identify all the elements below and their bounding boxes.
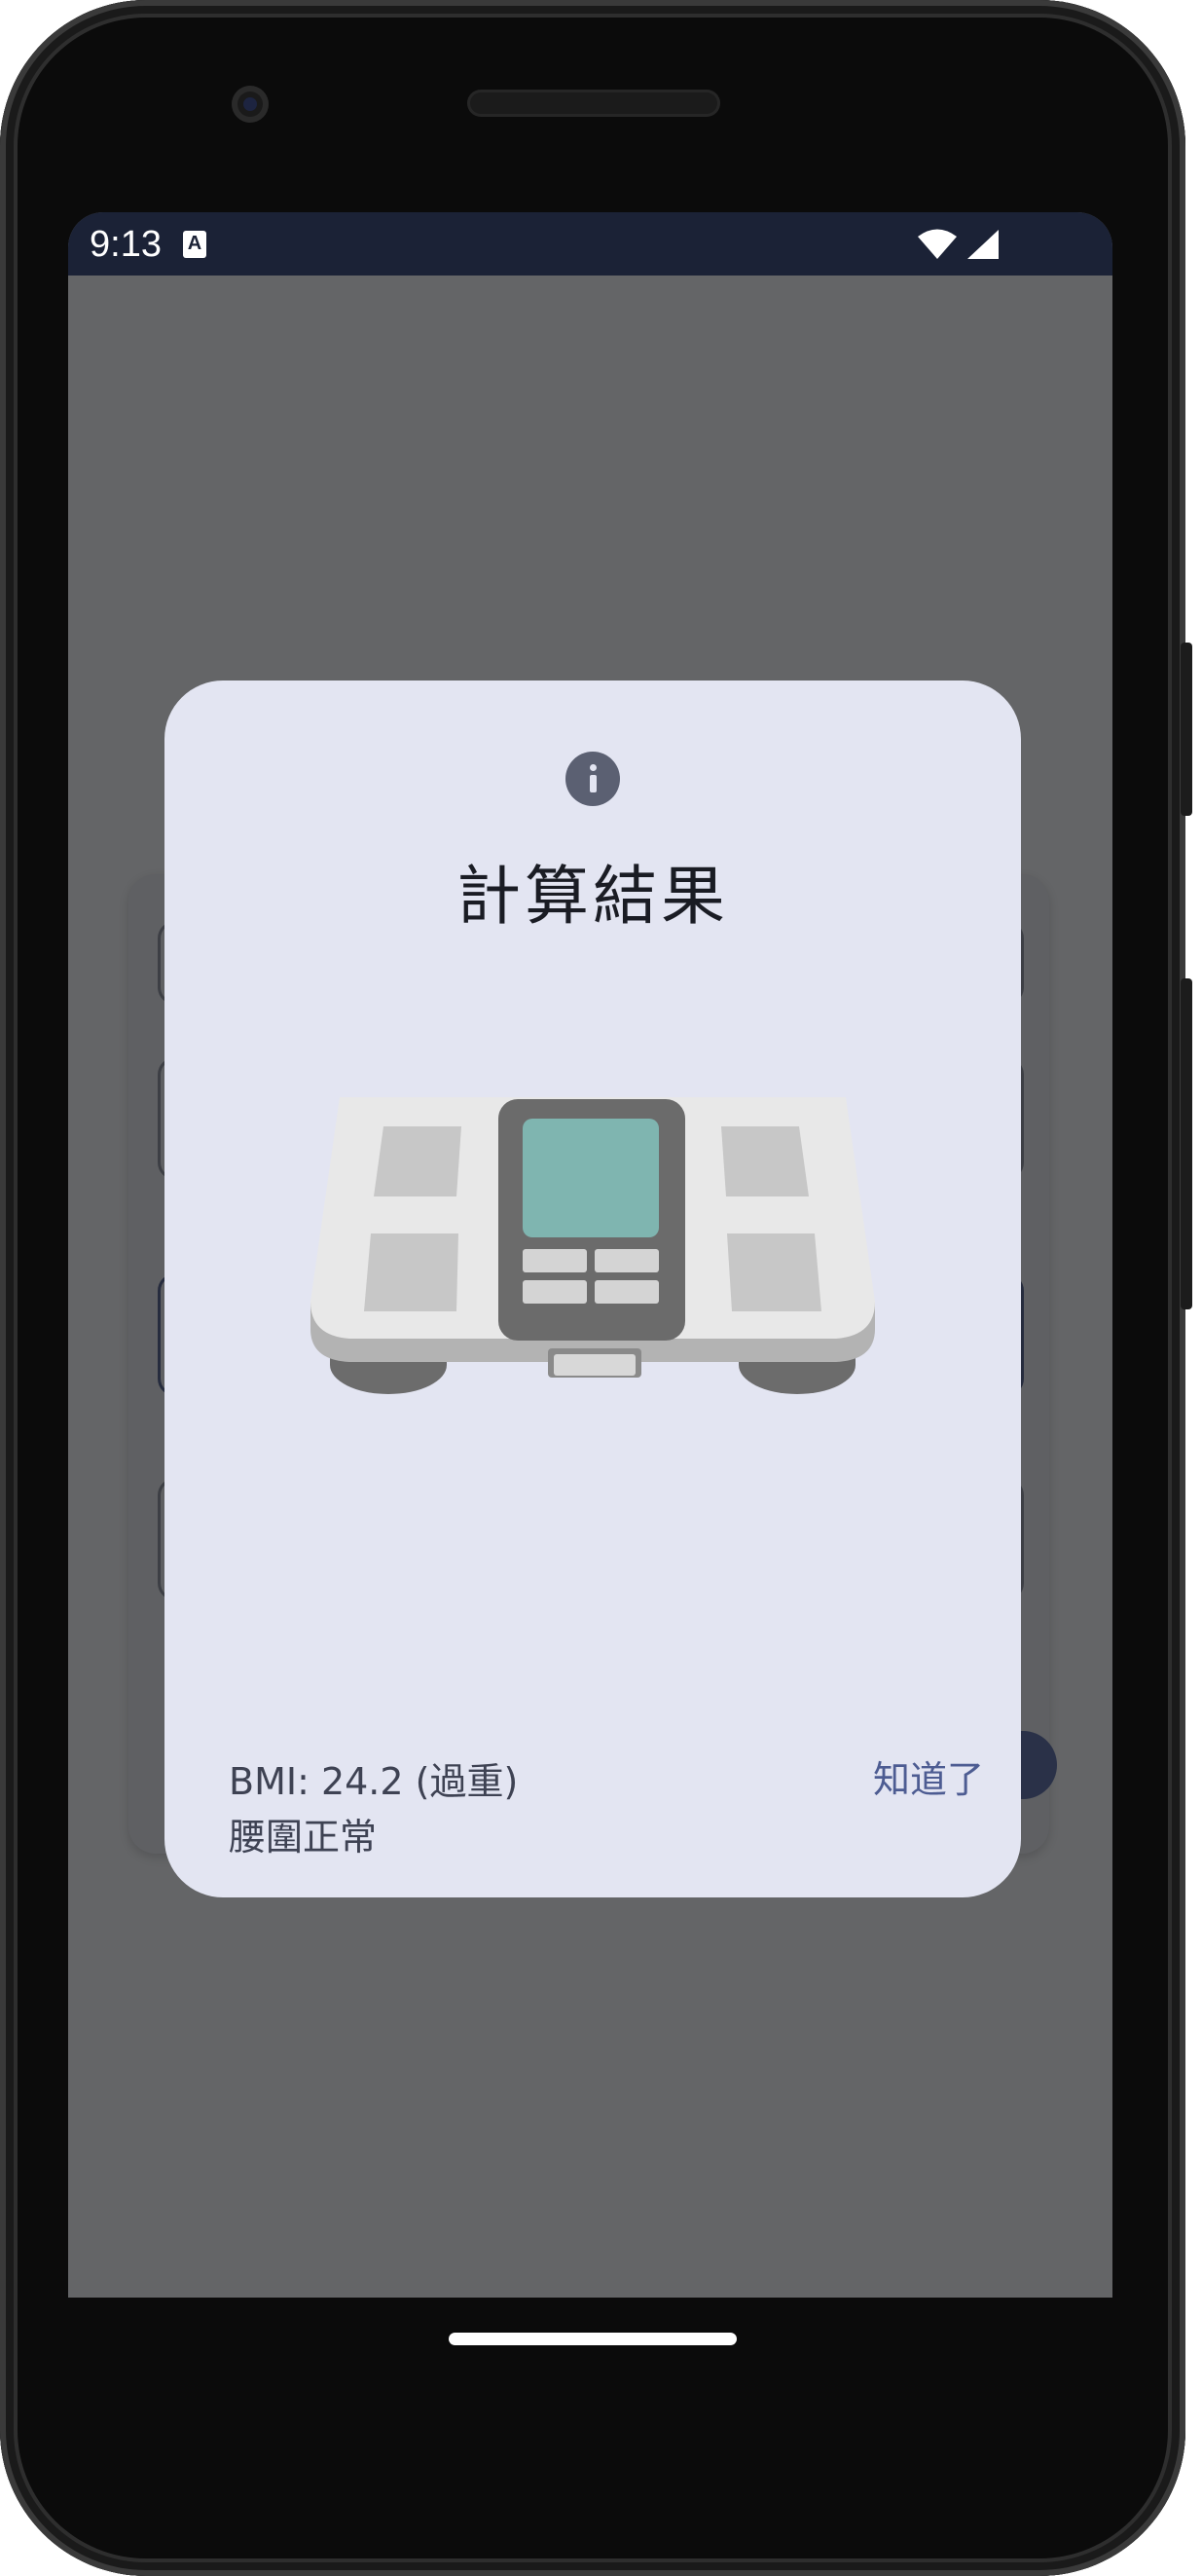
- home-indicator[interactable]: [449, 2333, 737, 2345]
- bmi-result-text: BMI: 24.2 (過重): [229, 1760, 519, 1803]
- waist-result-text: 腰圍正常: [229, 1816, 378, 1858]
- status-bar: 9:13 A: [68, 212, 1112, 276]
- power-button: [1181, 643, 1192, 816]
- dialog-title: 計算結果: [456, 859, 729, 934]
- info-icon: [565, 752, 620, 806]
- result-dialog: 計算結果 BMI: 24.2 (過重) 腰圍正常 知道了: [164, 681, 1021, 1897]
- volume-button: [1181, 978, 1192, 1309]
- body-composition-scale-image: [310, 1097, 875, 1394]
- a-box-icon: A: [183, 231, 206, 258]
- wifi-icon: [918, 229, 957, 259]
- front-camera: [232, 86, 269, 123]
- phone-frame: 9:13 A 計算結果 BMI: 24.2 (過重) 腰圍正常 知道了: [0, 0, 1192, 2576]
- earpiece-speaker: [467, 90, 720, 117]
- signal-icon: [967, 230, 999, 259]
- confirm-button[interactable]: 知道了: [873, 1737, 1019, 1815]
- status-time: 9:13: [90, 224, 162, 265]
- screen: 9:13 A 計算結果 BMI: 24.2 (過重) 腰圍正常 知道了: [68, 212, 1112, 2298]
